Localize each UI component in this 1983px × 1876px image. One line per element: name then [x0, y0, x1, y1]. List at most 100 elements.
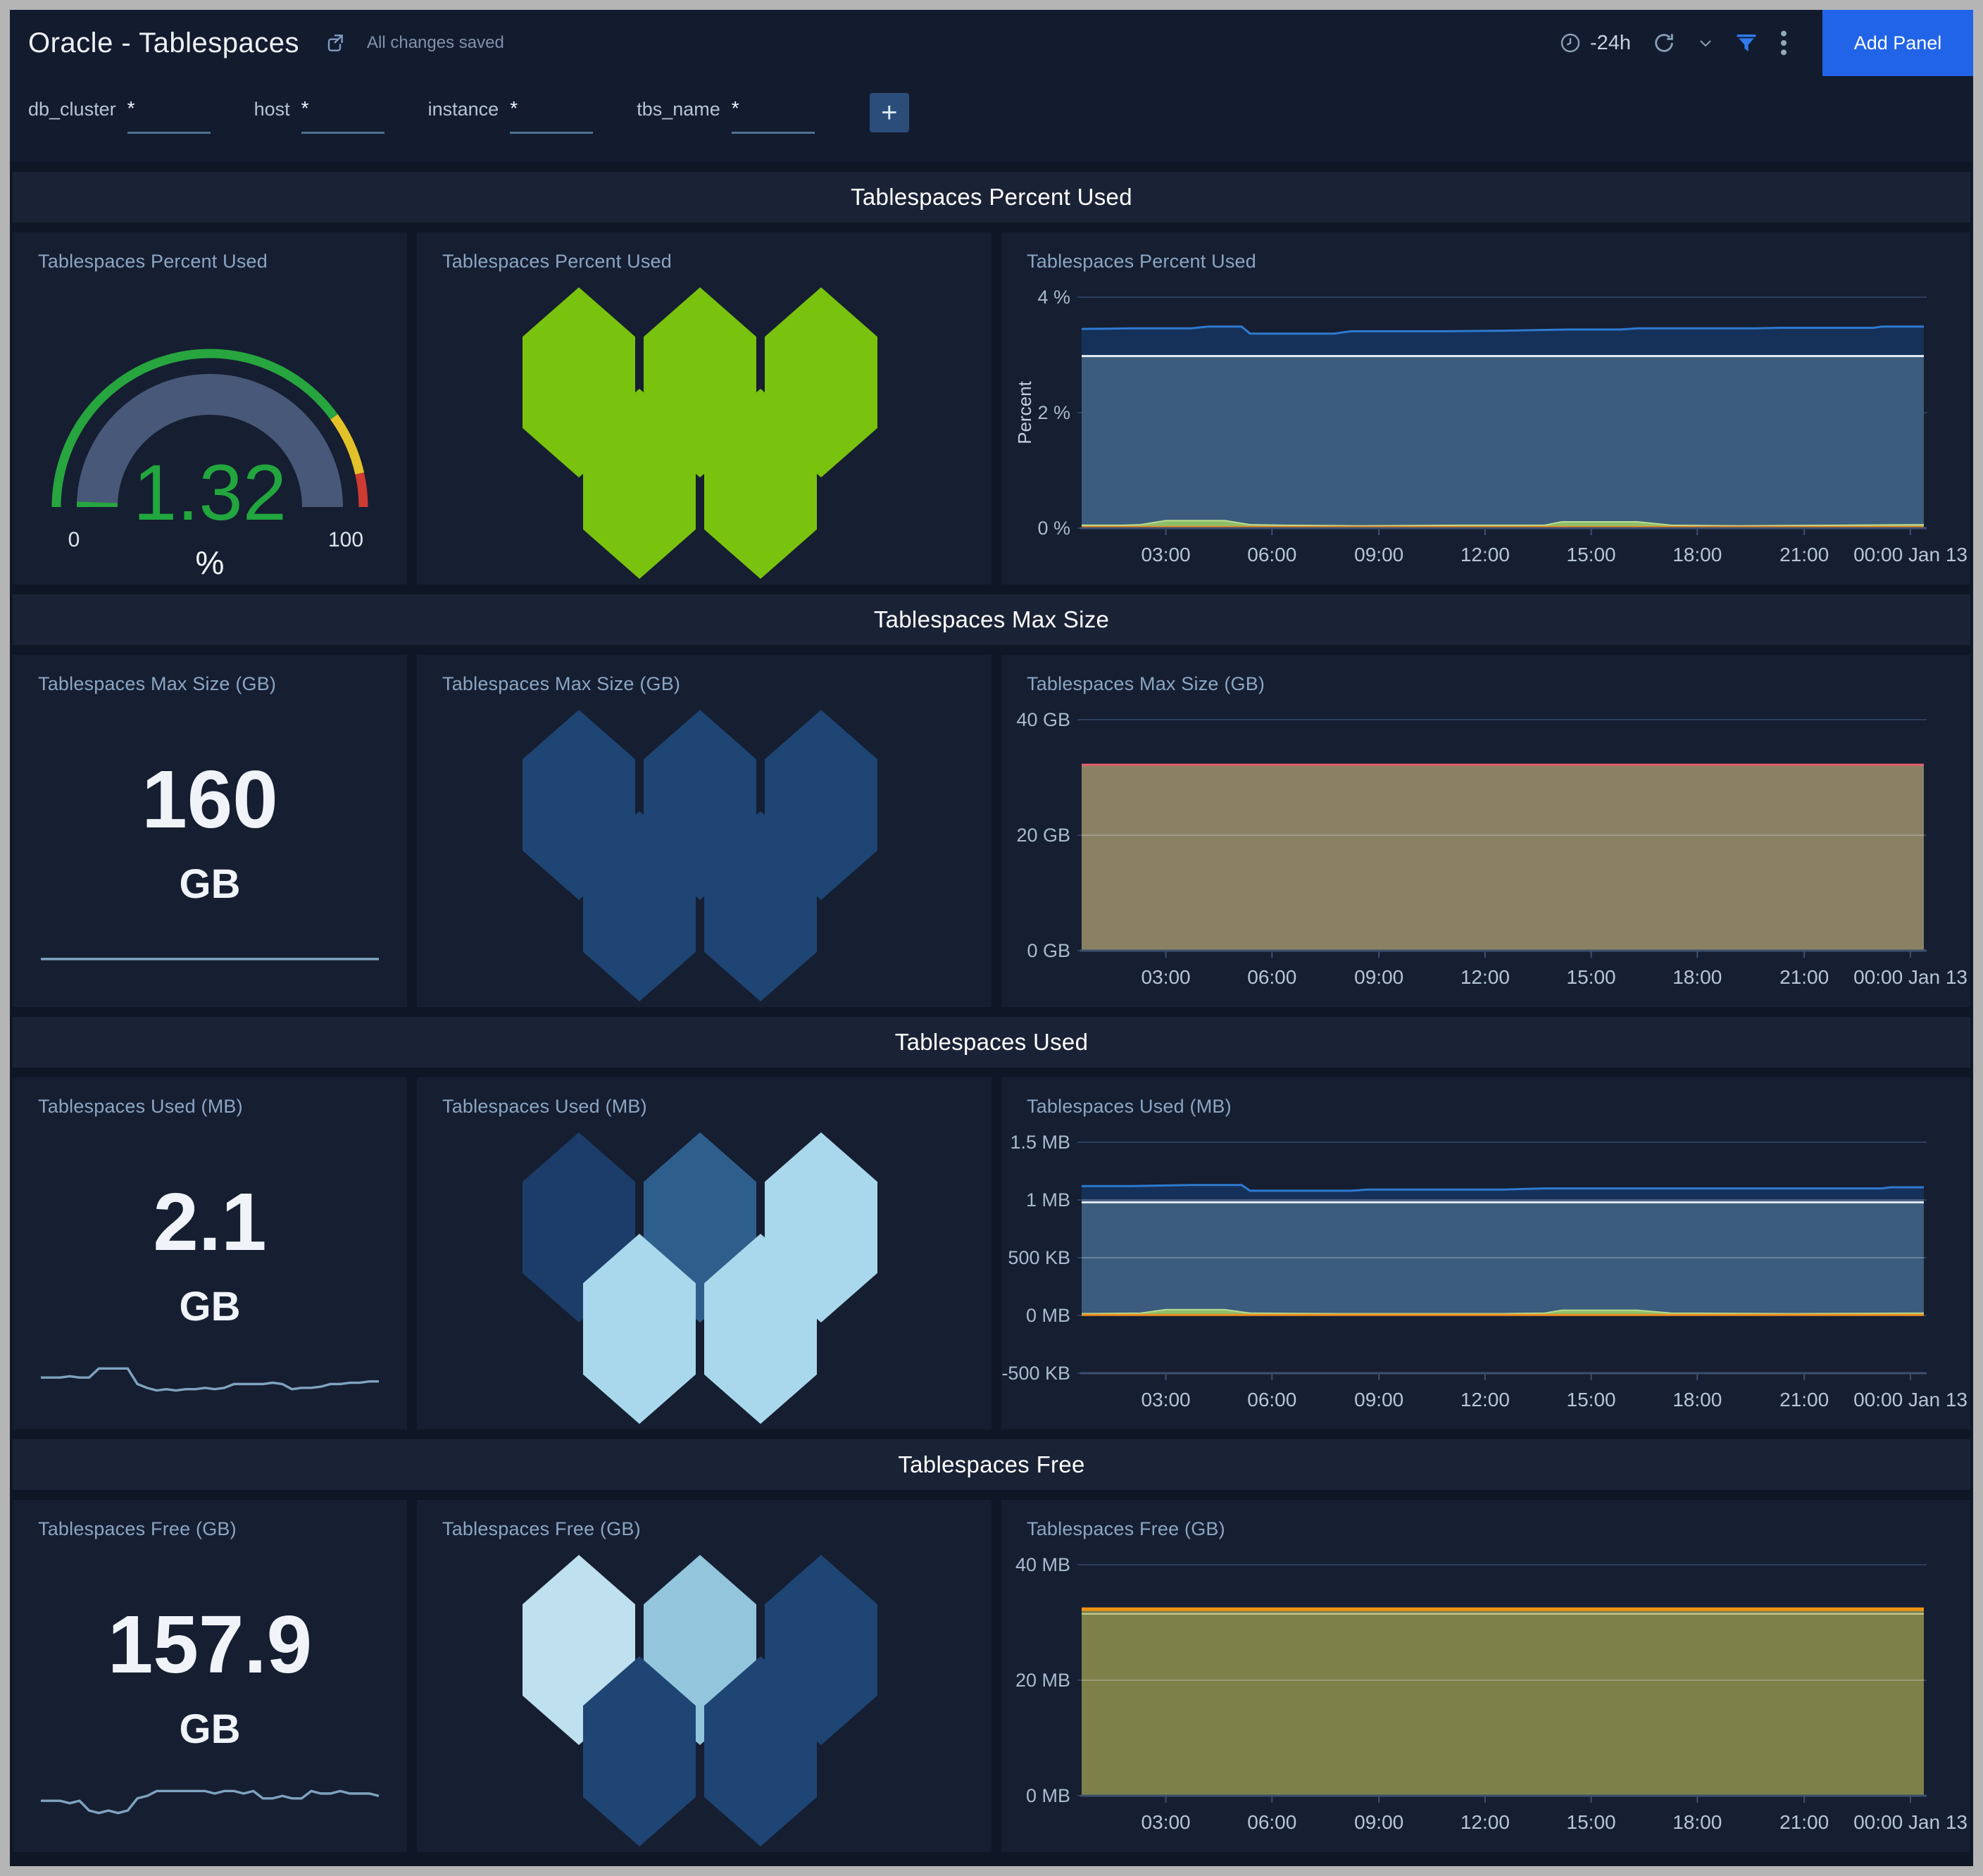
sparkline: [41, 1789, 380, 1815]
svg-text:15:00: 15:00: [1567, 966, 1616, 988]
section-title: Tablespaces Max Size: [873, 606, 1110, 632]
filter-host[interactable]: host *: [254, 97, 384, 134]
svg-text:18:00: 18:00: [1672, 966, 1722, 988]
window-frame: Oracle - Tablespaces All changes saved -…: [0, 0, 1983, 1876]
svg-text:15:00: 15:00: [1567, 1811, 1616, 1833]
save-status: All changes saved: [367, 33, 504, 52]
svg-text:40 MB: 40 MB: [1015, 1554, 1070, 1575]
sparkline: [41, 1367, 379, 1392]
header-controls: -24h Add Panel: [1559, 10, 1973, 76]
refresh-icon: [1655, 34, 1673, 52]
dashboard-page: Oracle - Tablespaces All changes saved -…: [10, 10, 1973, 1866]
svg-text:09:00: 09:00: [1354, 1811, 1403, 1833]
svg-text:1.5 MB: 1.5 MB: [1010, 1132, 1070, 1153]
filter-label: instance: [427, 99, 499, 120]
stat-value: 160: [142, 753, 278, 845]
honeycomb-chart: [417, 1077, 992, 1430]
filter-tbs_name[interactable]: tbs_name *: [637, 97, 815, 134]
panel-max-size-honeycomb: Tablespaces Max Size (GB): [417, 655, 992, 1007]
svg-text:20 MB: 20 MB: [1015, 1670, 1070, 1691]
svg-text:06:00: 06:00: [1247, 1389, 1296, 1411]
svg-text:21:00: 21:00: [1779, 1811, 1829, 1833]
svg-text:0 GB: 0 GB: [1027, 940, 1070, 961]
svg-text:03:00: 03:00: [1141, 1389, 1191, 1411]
section-title: Tablespaces Percent Used: [851, 184, 1132, 210]
svg-text:1 MB: 1 MB: [1026, 1189, 1070, 1211]
filter-value-input[interactable]: *: [127, 97, 211, 134]
share-icon[interactable]: [323, 32, 346, 54]
panel-percent-used-timeseries: Tablespaces Percent Used 4 % 2 % 0 % 03:00 0…: [1001, 232, 1970, 584]
section-header-free: Tablespaces Free: [13, 1439, 1970, 1490]
add-filter-button[interactable]: +: [869, 93, 909, 132]
filter-label: db_cluster: [28, 99, 116, 120]
svg-text:0: 0: [68, 528, 80, 551]
refresh-button[interactable]: [1652, 31, 1676, 55]
svg-text:18:00: 18:00: [1672, 544, 1722, 565]
svg-text:15:00: 15:00: [1567, 544, 1616, 565]
honeycomb-chart: [417, 232, 992, 584]
panel-percent-used-gauge: Tablespaces Percent Used 1.32 0 100%: [13, 232, 407, 584]
filter-db_cluster[interactable]: db_cluster *: [28, 97, 211, 134]
svg-text:0 MB: 0 MB: [1026, 1305, 1070, 1326]
panel-free-honeycomb: Tablespaces Free (GB): [417, 1500, 992, 1852]
filter-instance[interactable]: instance *: [428, 97, 594, 134]
svg-text:06:00: 06:00: [1247, 966, 1296, 988]
svg-text:500 KB: 500 KB: [1008, 1247, 1070, 1268]
svg-text:21:00: 21:00: [1779, 544, 1829, 565]
svg-text:03:00: 03:00: [1141, 544, 1191, 565]
page-title: Oracle - Tablespaces: [28, 27, 299, 58]
filter-bar: db_cluster * host * instance * tbs_name …: [10, 76, 1973, 162]
panel-free-stat: Tablespaces Free (GB) 157.9 GB: [13, 1500, 407, 1852]
filter-button[interactable]: [1735, 32, 1758, 54]
gauge-chart: 1.32 0 100%: [51, 349, 368, 577]
stat-value: 2.1: [153, 1176, 267, 1268]
svg-text:00:00 Jan 13: 00:00 Jan 13: [1853, 544, 1968, 565]
panel-title: Tablespaces Free (GB): [38, 1518, 237, 1539]
svg-text:0 MB: 0 MB: [1026, 1785, 1070, 1806]
svg-text:Percent: Percent: [1014, 380, 1035, 444]
honeycomb-chart: [417, 1500, 992, 1852]
svg-text:1.32: 1.32: [133, 449, 287, 537]
kebab-menu-button[interactable]: [1779, 29, 1789, 57]
clock-icon: [1560, 33, 1580, 53]
svg-text:40 GB: 40 GB: [1016, 709, 1070, 730]
svg-text:12:00: 12:00: [1460, 1389, 1510, 1411]
svg-text:03:00: 03:00: [1141, 1811, 1191, 1833]
panel-title: Tablespaces Used (MB): [38, 1096, 243, 1117]
svg-text:09:00: 09:00: [1354, 1389, 1403, 1411]
panel-percent-used-honeycomb: Tablespaces Percent Used: [417, 232, 992, 584]
funnel-icon: [1737, 35, 1756, 51]
svg-text:-500 KB: -500 KB: [1001, 1363, 1070, 1384]
section-title: Tablespaces Free: [898, 1451, 1085, 1477]
svg-text:12:00: 12:00: [1460, 966, 1510, 988]
filter-value-input[interactable]: *: [731, 97, 815, 134]
filter-label: host: [254, 99, 290, 120]
svg-text:2 %: 2 %: [1037, 402, 1070, 423]
filter-value-input[interactable]: *: [301, 97, 384, 134]
panel-row: Tablespaces Percent Used 1.32 0 100% Table…: [13, 232, 1970, 584]
stat-value: 157.9: [107, 1599, 313, 1690]
filter-label: tbs_name: [637, 99, 720, 120]
panel-free-timeseries: Tablespaces Free (GB) 40 MB 20 MB 0 MB 03:0…: [1001, 1500, 1970, 1852]
section-header-max-size: Tablespaces Max Size: [13, 594, 1970, 645]
svg-text:21:00: 21:00: [1779, 1389, 1829, 1411]
stat-unit: GB: [179, 1706, 241, 1752]
timeseries-chart: 40 MB 20 MB 0 MB 03:00 06:00 09:00 12:00 15:00 1…: [1015, 1554, 1968, 1833]
time-range-control[interactable]: -24h: [1559, 32, 1631, 55]
panel-max-size-stat: Tablespaces Max Size (GB) 160 GB: [13, 655, 407, 1007]
chevron-down-icon[interactable]: [1697, 35, 1714, 51]
panel-row: Tablespaces Free (GB) 157.9 GB Tablespac…: [13, 1500, 1970, 1852]
sparkline: [41, 958, 379, 961]
svg-text:4 %: 4 %: [1037, 287, 1070, 308]
svg-text:00:00 Jan 13: 00:00 Jan 13: [1853, 1811, 1968, 1833]
stat-unit: GB: [179, 1284, 241, 1330]
add-panel-button[interactable]: Add Panel: [1822, 10, 1973, 76]
svg-text:03:00: 03:00: [1141, 966, 1191, 988]
svg-text:09:00: 09:00: [1354, 544, 1403, 565]
panel-title: Tablespaces Max Size (GB): [38, 673, 277, 694]
dashboard-body: Tablespaces Percent Used Tablespaces Per…: [10, 172, 1973, 1865]
svg-text:06:00: 06:00: [1247, 544, 1296, 565]
svg-text:09:00: 09:00: [1354, 966, 1403, 988]
filter-value-input[interactable]: *: [510, 97, 594, 134]
panel-used-timeseries: Tablespaces Used (MB) 1.5 MB 1 MB 500 KB 0 …: [1001, 1077, 1970, 1430]
